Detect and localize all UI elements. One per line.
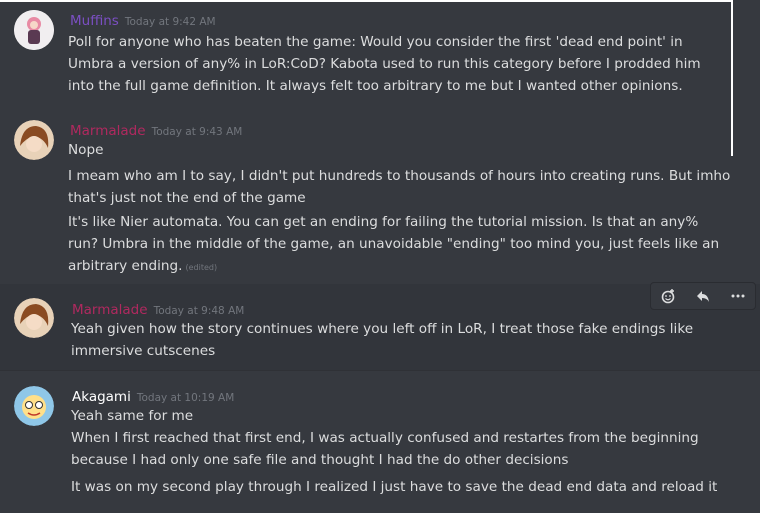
avatar[interactable] [14,10,54,50]
message-line: Nope [68,142,104,158]
message-divider [0,370,760,371]
message-line: into the full game definition. It always… [68,78,683,94]
username[interactable]: Marmalade [72,302,148,318]
more-options-icon[interactable] [726,285,750,307]
message-line: immersive cutscenes [71,343,216,359]
message-text: Poll for anyone who has beaten the game:… [68,31,743,97]
message-line: Yeah same for me [71,408,194,424]
message-group-akagami: Akagami Today at 10:19 AM Yeah same for m… [0,372,760,513]
message-text: Nope [68,139,743,161]
avatar[interactable] [14,298,54,338]
timestamp: Today at 9:43 AM [151,126,243,138]
reply-icon[interactable] [691,285,715,307]
message-header: Muffins Today at 9:42 AM [70,10,216,29]
message-text: It's like Nier automata. You can get an … [68,211,743,279]
message-line: I meam who am I to say, I didn't put hun… [68,168,731,184]
add-reaction-icon[interactable] [656,285,680,307]
message-line: It's like Nier automata. You can get an … [68,214,699,230]
message-line: because I had only one safe file and tho… [71,452,569,468]
username[interactable]: Akagami [72,389,131,405]
message-line: that's just not the end of the game [68,190,306,206]
message-actions-toolbar [650,282,756,310]
username[interactable]: Muffins [70,13,119,29]
username[interactable]: Marmalade [70,123,146,139]
edited-marker: (edited) [185,263,218,272]
message-text: Yeah same for me When I first reached th… [71,405,746,471]
message-group-muffins: Muffins Today at 9:42 AM Poll for anyone … [0,0,760,112]
timestamp: Today at 9:48 AM [153,305,245,317]
message-line-text: arbitrary ending. [68,258,183,274]
avatar[interactable] [14,120,54,160]
message-group-marmalade-hovered: Marmalade Today at 9:48 AM Yeah given how… [0,284,760,370]
message-header: Marmalade Today at 9:43 AM [70,120,242,139]
message-line: Yeah given how the story continues where… [71,321,694,337]
avatar[interactable] [14,386,54,426]
message-header: Marmalade Today at 9:48 AM [72,299,244,318]
message-text: I meam who am I to say, I didn't put hun… [68,165,743,209]
message-line: It was on my second play through I reali… [71,479,718,495]
message-text: Yeah given how the story continues where… [71,318,746,362]
message-line: When I first reached that first end, I w… [71,430,699,446]
message-line: run? Umbra in the middle of the game, an… [68,236,720,252]
message-line: Poll for anyone who has beaten the game:… [68,34,683,50]
message-text: It was on my second play through I reali… [71,476,746,498]
message-header: Akagami Today at 10:19 AM [72,386,234,405]
message-line: Umbra a version of any% in LoR:CoD? Kabo… [68,56,701,72]
message-line: arbitrary ending. (edited) [68,255,743,279]
timestamp: Today at 9:42 AM [124,16,216,28]
timestamp: Today at 10:19 AM [136,392,235,404]
message-group-marmalade: Marmalade Today at 9:43 AM Nope I meam wh… [0,112,760,284]
